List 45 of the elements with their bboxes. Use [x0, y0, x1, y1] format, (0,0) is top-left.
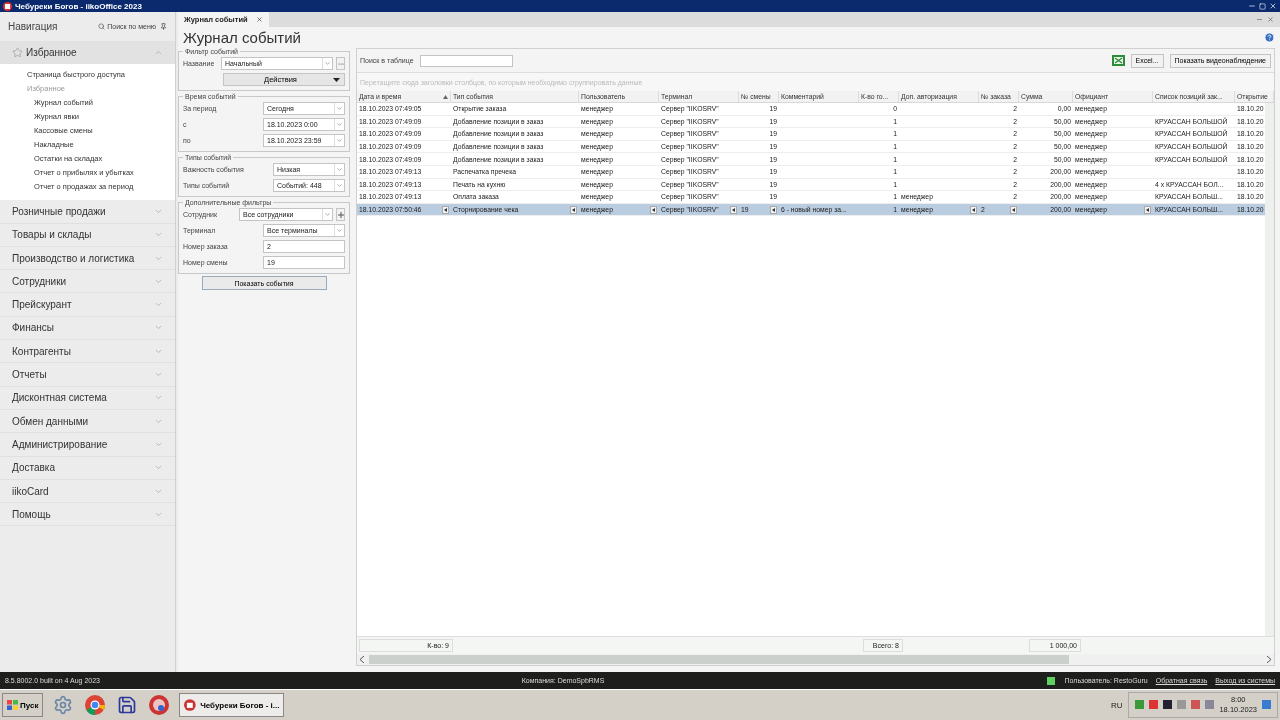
chevron-down-icon — [336, 166, 343, 173]
scrollbar[interactable] — [1265, 103, 1274, 636]
maximize-icon[interactable] — [1259, 2, 1266, 10]
cell-arrow-button[interactable] — [1010, 205, 1017, 214]
cell-arrow-button[interactable] — [570, 205, 577, 214]
window-title: Чебуреки Богов - iikoOffice 2023 — [15, 1, 143, 11]
pin-icon[interactable] — [160, 23, 167, 30]
plus-icon — [337, 211, 344, 218]
chevron-down-icon — [336, 137, 343, 144]
scroll-left-icon[interactable] — [360, 656, 365, 663]
cell-arrow-button[interactable] — [650, 205, 657, 214]
start-button[interactable]: Пуск — [2, 693, 44, 717]
chevron-down-icon — [336, 182, 343, 189]
app-icon — [184, 697, 197, 713]
chevron-down-icon — [324, 60, 331, 67]
nav-section-header[interactable]: Избранное — [0, 41, 175, 65]
browser-icon[interactable] — [83, 693, 108, 717]
chevron-down-icon — [336, 105, 343, 112]
cell-arrow-button[interactable] — [770, 205, 777, 214]
windows-logo-icon — [7, 700, 18, 710]
scrollbar-thumb[interactable] — [369, 655, 1069, 664]
search-field[interactable] — [419, 54, 513, 67]
search-icon — [98, 23, 106, 30]
caret-icon — [333, 77, 340, 82]
cell-arrow-button[interactable] — [442, 205, 449, 214]
tray-icon[interactable] — [1163, 699, 1173, 711]
star-icon — [12, 46, 23, 58]
app-icon — [3, 1, 12, 11]
language-indicator[interactable]: RU — [1110, 700, 1123, 710]
help-icon[interactable] — [1264, 32, 1275, 43]
chevron-down-icon — [324, 211, 331, 218]
taskbar-window-button[interactable]: Чебуреки Богов - i... — [179, 693, 285, 717]
cell-arrow-button[interactable] — [730, 205, 737, 214]
navigation-title: Навигация — [8, 21, 59, 32]
close-icon[interactable] — [255, 16, 263, 23]
cell-arrow-button[interactable] — [970, 205, 977, 214]
page-title: Журнал событий — [183, 29, 302, 46]
spreadsheet-icon — [1111, 55, 1125, 66]
app-icon[interactable] — [147, 693, 172, 717]
show-desktop-icon[interactable] — [1262, 699, 1271, 711]
cell-arrow-button[interactable] — [1144, 205, 1151, 214]
chevron-down-icon — [336, 227, 343, 234]
chevron-down-icon — [336, 121, 343, 128]
scroll-right-icon[interactable] — [1266, 656, 1271, 663]
add-button[interactable] — [336, 208, 345, 221]
